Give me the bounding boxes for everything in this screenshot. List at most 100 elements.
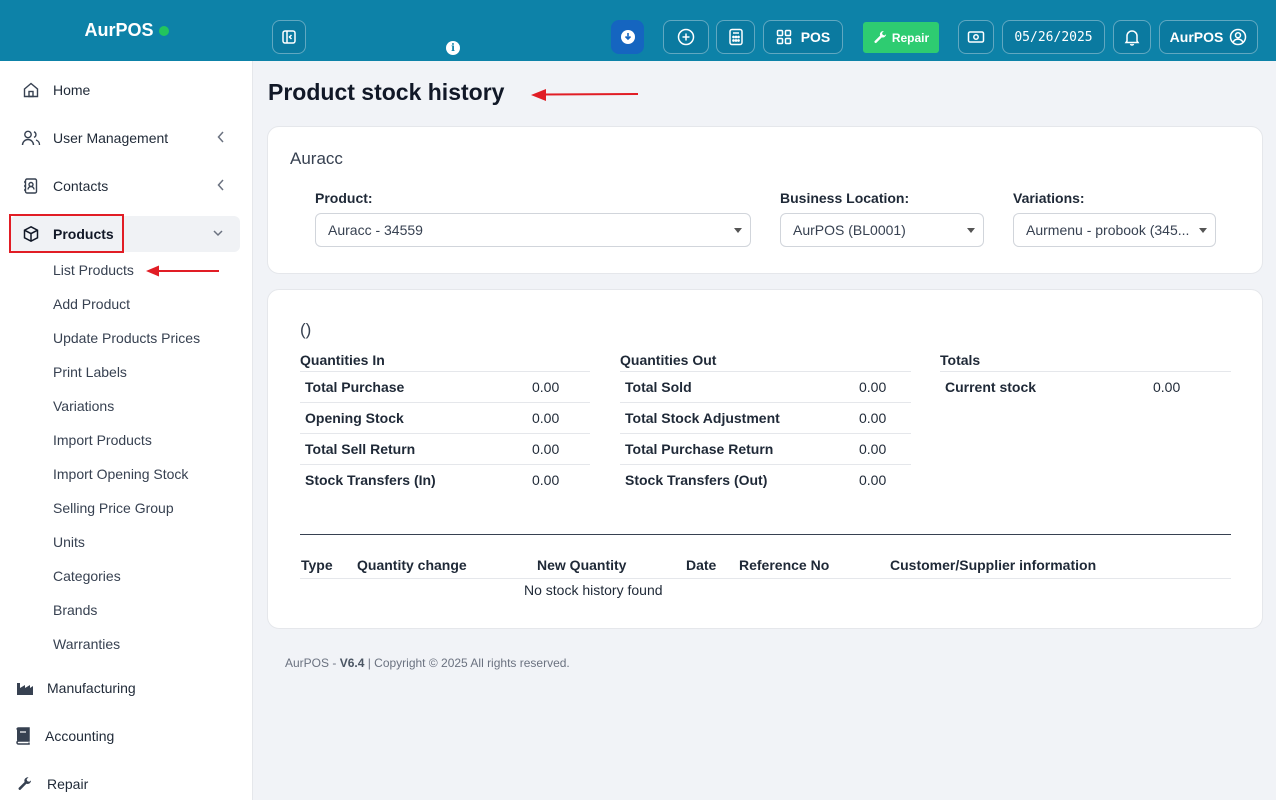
pos-label: POS <box>800 29 831 45</box>
sidebar-item-repair[interactable]: Repair <box>4 766 234 800</box>
business-location-select[interactable]: AurPOS (BL0001) <box>780 213 984 247</box>
repair-button[interactable]: Repair <box>863 22 939 53</box>
top-bar: AurPOS i POS Repair 05/26/2025 AurPOS <box>0 0 1276 61</box>
stat-label: Current stock <box>945 379 1037 395</box>
sidebar-subitem-add-product[interactable]: Add Product <box>53 294 130 314</box>
sidebar-subitem-categories[interactable]: Categories <box>53 566 121 586</box>
stat-row: Total Purchase Return 0.00 <box>620 433 911 464</box>
stat-row: Total Sell Return 0.00 <box>300 433 590 464</box>
sidebar-subitem-brands[interactable]: Brands <box>53 600 97 620</box>
sidebar-subitem-units[interactable]: Units <box>53 532 85 552</box>
stat-row: Total Sold 0.00 <box>620 371 911 402</box>
stat-label: Total Sold <box>625 379 692 395</box>
chevron-down-icon <box>213 230 223 237</box>
variations-select[interactable]: Aurmenu - probook (345... <box>1013 213 1216 247</box>
sidebar-subitem-print-labels[interactable]: Print Labels <box>53 362 127 382</box>
column-header-date[interactable]: Date <box>686 557 716 573</box>
footer-copyright: | Copyright © 2025 All rights reserved. <box>364 656 570 670</box>
info-icon[interactable]: i <box>446 41 460 55</box>
product-label: Product: <box>315 190 373 206</box>
highlight-box <box>9 214 124 253</box>
sidebar-item-label: Manufacturing <box>47 680 136 696</box>
caret-down-icon <box>1199 228 1207 233</box>
stat-label: Total Stock Adjustment <box>625 410 780 426</box>
sidebar-subitem-update-prices[interactable]: Update Products Prices <box>53 328 200 348</box>
filters-card: Auracc Product: Auracc - 34559 Business … <box>267 126 1263 274</box>
sidebar-subitem-variations[interactable]: Variations <box>53 396 114 416</box>
add-button[interactable] <box>663 20 709 54</box>
stat-value: 0.00 <box>532 410 560 426</box>
sidebar-subitem-warranties[interactable]: Warranties <box>53 634 120 654</box>
toggle-sidebar-button[interactable] <box>272 20 306 54</box>
bell-icon <box>1124 30 1140 46</box>
user-menu-button[interactable]: AurPOS <box>1159 20 1258 54</box>
calculator-icon <box>728 28 743 46</box>
stat-label: Total Purchase Return <box>625 441 774 457</box>
repair-label: Repair <box>891 30 930 45</box>
sidebar-item-label: Repair <box>47 776 89 792</box>
footer-brand: AurPOS - <box>285 656 340 670</box>
stat-row: Current stock 0.00 <box>940 371 1231 402</box>
date-display[interactable]: 05/26/2025 <box>1002 20 1105 54</box>
book-icon <box>12 725 34 747</box>
brand-logo[interactable]: AurPOS <box>0 0 253 61</box>
sidebar-subitem-import-opening-stock[interactable]: Import Opening Stock <box>53 464 188 484</box>
variations-label: Variations: <box>1013 190 1085 206</box>
sidebar-subitem-selling-price-group[interactable]: Selling Price Group <box>53 498 174 518</box>
plus-circle-icon <box>677 28 695 46</box>
sidebar-item-home[interactable]: Home <box>10 72 240 108</box>
stat-value: 0.00 <box>859 472 887 488</box>
variations-value: Aurmenu - probook (345... <box>1026 222 1190 238</box>
annotation-arrow-icon <box>146 265 219 277</box>
stat-row: Total Purchase 0.00 <box>300 371 590 402</box>
business-location-value: AurPOS (BL0001) <box>793 222 906 238</box>
sidebar-toggle-icon <box>282 30 296 44</box>
stat-value: 0.00 <box>859 441 887 457</box>
business-location-label: Business Location: <box>780 190 910 206</box>
online-status-dot <box>158 25 169 36</box>
stat-value: 0.00 <box>859 410 887 426</box>
cash-register-button[interactable] <box>958 20 994 54</box>
page-title: Product stock history <box>268 79 505 105</box>
stat-value: 0.00 <box>532 379 560 395</box>
column-header-customer-supplier[interactable]: Customer/Supplier information <box>890 557 1096 573</box>
sidebar-item-accounting[interactable]: Accounting <box>2 718 232 754</box>
users-icon <box>20 127 42 149</box>
stat-value: 0.00 <box>859 379 887 395</box>
sidebar-subitem-import-products[interactable]: Import Products <box>53 430 152 450</box>
caret-down-icon <box>734 228 742 233</box>
stat-row: Total Stock Adjustment 0.00 <box>620 402 911 433</box>
download-button[interactable] <box>611 20 644 54</box>
contacts-icon <box>20 175 42 197</box>
chevron-left-icon <box>217 179 224 191</box>
sidebar-item-contacts[interactable]: Contacts <box>10 168 240 204</box>
stat-value: 0.00 <box>532 441 560 457</box>
sidebar-item-label: User Management <box>53 130 169 146</box>
column-header-quantity-change[interactable]: Quantity change <box>357 557 467 573</box>
product-card-title: Auracc <box>290 149 343 168</box>
footer: AurPOS - V6.4 | Copyright © 2025 All rig… <box>285 656 570 670</box>
divider <box>300 578 1231 579</box>
notifications-button[interactable] <box>1113 20 1151 54</box>
download-icon <box>620 30 635 44</box>
sidebar: Home User Management Contacts Products L… <box>0 61 253 800</box>
stat-value: 0.00 <box>532 472 560 488</box>
calculator-button[interactable] <box>716 20 755 54</box>
wrench-icon <box>14 773 36 795</box>
sidebar-item-user-management[interactable]: User Management <box>10 120 240 156</box>
footer-version: V6.4 <box>339 656 365 670</box>
brand-name: AurPOS <box>84 20 154 40</box>
annotation-arrow-icon <box>531 89 639 101</box>
sidebar-subitem-list-products[interactable]: List Products <box>53 260 134 280</box>
stat-label: Total Purchase <box>305 379 405 395</box>
stat-label: Stock Transfers (Out) <box>625 472 768 488</box>
sidebar-item-manufacturing[interactable]: Manufacturing <box>4 670 234 706</box>
factory-icon <box>14 677 36 699</box>
product-select[interactable]: Auracc - 34559 <box>315 213 751 247</box>
column-header-reference-no[interactable]: Reference No <box>739 557 829 573</box>
money-icon <box>967 31 985 43</box>
totals-heading: Totals <box>940 352 981 368</box>
column-header-new-quantity[interactable]: New Quantity <box>537 557 626 573</box>
column-header-type[interactable]: Type <box>301 557 333 573</box>
pos-button[interactable]: POS <box>763 20 843 54</box>
